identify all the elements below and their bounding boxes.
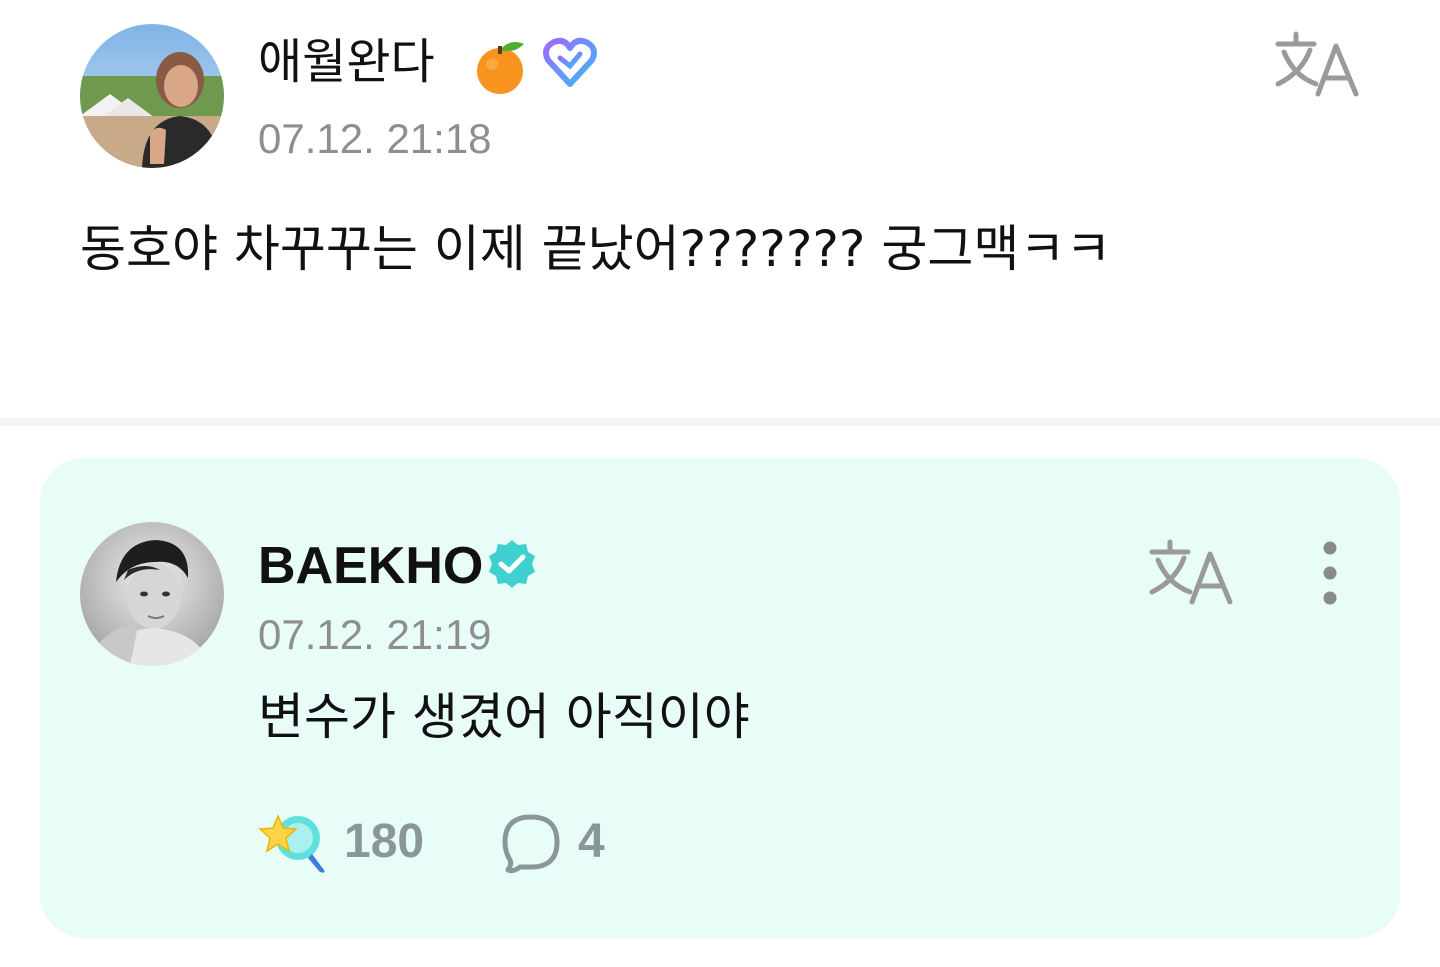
- reply-translate-button[interactable]: [1146, 536, 1238, 610]
- speech-bubble-icon: [500, 812, 562, 874]
- fan-heart-badge-icon: [540, 36, 600, 90]
- more-vertical-icon: [1323, 541, 1337, 605]
- post-translate-button[interactable]: [1272, 28, 1364, 102]
- fan-post: 애월완다 07.12. 21:18 동호야 차꾸꾸는 이제 끝났어???????…: [0, 0, 1440, 418]
- reply-timestamp: 07.12. 21:19: [258, 611, 492, 658]
- artist-reply-card: BAEKHO 07.12. 21:19 변수가 생겼어 아직이야 180 4: [40, 458, 1400, 938]
- post-author-name[interactable]: 애월완다: [258, 38, 435, 86]
- like-count: 180: [344, 815, 425, 868]
- post-body-text: 동호야 차꾸꾸는 이제 끝났어??????? 궁그맥ㅋㅋ: [80, 220, 1112, 278]
- post-timestamp: 07.12. 21:18: [258, 115, 492, 162]
- reply-author-avatar[interactable]: [80, 522, 224, 666]
- reply-more-options-button[interactable]: [1308, 538, 1352, 608]
- tangerine-emoji-icon: [470, 36, 530, 96]
- post-author-avatar[interactable]: [80, 24, 224, 168]
- reply-body-text: 변수가 생겼어 아직이야: [258, 688, 750, 746]
- comment-count: 4: [578, 815, 605, 868]
- translate-icon: [1149, 539, 1233, 605]
- section-divider: [0, 418, 1440, 426]
- reaction-row: 180 4: [258, 806, 678, 876]
- translate-icon: [1275, 31, 1359, 97]
- reply-author-name[interactable]: BAEKHO: [258, 540, 483, 592]
- comment-button[interactable]: 4: [500, 806, 640, 876]
- page: 애월완다 07.12. 21:18 동호야 차꾸꾸는 이제 끝났어???????…: [0, 0, 1440, 967]
- like-button[interactable]: 180: [258, 806, 438, 876]
- star-magnifier-like-icon: [258, 812, 330, 874]
- verified-check-icon: [486, 538, 538, 590]
